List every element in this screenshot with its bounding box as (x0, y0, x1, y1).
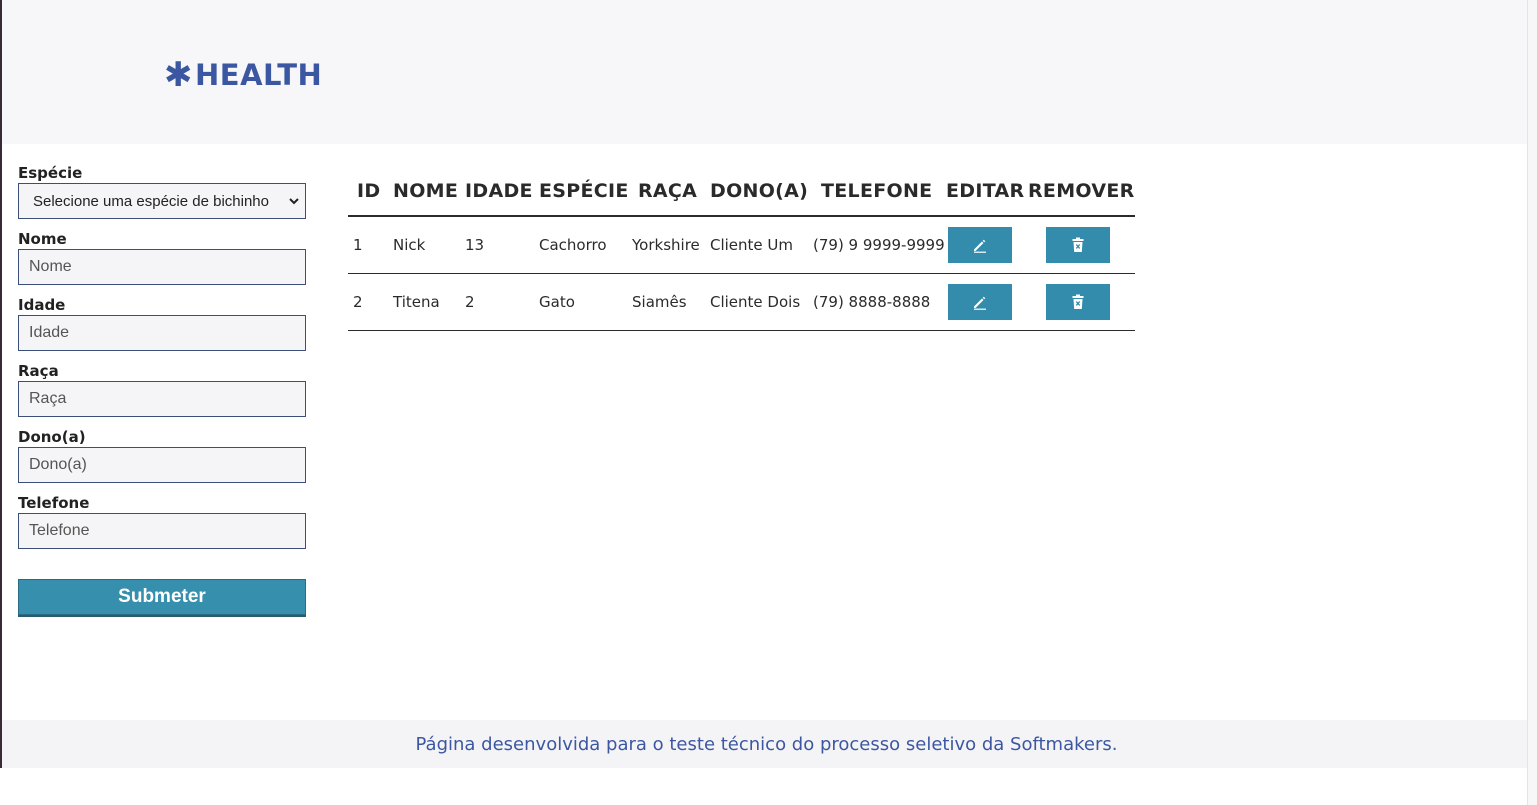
telefone-placeholder: Telefone (29, 522, 90, 539)
dono-input[interactable]: Dono(a) (18, 447, 306, 483)
header-remover: REMOVER (1028, 166, 1135, 217)
dono-label: Dono(a) (18, 428, 86, 446)
especie-label: Espécie (18, 164, 83, 182)
cell-telefone: (79) 8888-8888 (813, 273, 946, 331)
table-row: 1 Nick 13 Cachorro Yorkshire Cliente Um … (348, 216, 1135, 274)
header-raca: RAÇA (632, 166, 710, 217)
idade-placeholder: Idade (29, 324, 70, 341)
pencil-icon (974, 296, 986, 310)
header-especie: ESPÉCIE (539, 166, 632, 217)
table-row: 2 Titena 2 Gato Siamês Cliente Dois (79)… (348, 273, 1135, 331)
cell-id: 1 (348, 216, 393, 274)
cell-telefone: (79) 9 9999-9999 (813, 216, 946, 274)
pencil-icon (974, 239, 986, 253)
cell-especie: Gato (539, 273, 632, 331)
submit-button[interactable]: Submeter (18, 579, 306, 615)
cell-id: 2 (348, 273, 393, 331)
especie-select[interactable]: Selecione uma espécie de bichinho (18, 183, 306, 219)
logo-text: HEALTH (195, 58, 323, 92)
page-header: ✱ HEALTH (2, 0, 1527, 144)
cell-raca: Yorkshire (632, 216, 710, 274)
raca-label: Raça (18, 362, 59, 380)
header-editar: EDITAR (946, 166, 1028, 217)
especie-selected-value: Selecione uma espécie de bichinho (33, 192, 269, 210)
cell-raca: Siamês (632, 273, 710, 331)
cell-idade: 2 (465, 273, 539, 331)
idade-label: Idade (18, 296, 66, 314)
asterisk-icon: ✱ (164, 55, 193, 95)
window-right-border (1527, 0, 1537, 805)
edit-button[interactable] (948, 226, 1012, 263)
cell-nome: Titena (393, 273, 465, 331)
cell-dono: Cliente Dois (710, 273, 813, 331)
idade-input[interactable]: Idade (18, 315, 306, 351)
cell-dono: Cliente Um (710, 216, 813, 274)
telefone-input[interactable]: Telefone (18, 513, 306, 549)
dono-placeholder: Dono(a) (29, 456, 87, 473)
edit-button[interactable] (948, 283, 1012, 320)
nome-placeholder: Nome (29, 258, 72, 275)
chevron-down-icon (289, 194, 299, 208)
telefone-label: Telefone (18, 494, 90, 512)
header-id: ID (348, 166, 393, 217)
nome-label: Nome (18, 230, 67, 248)
raca-placeholder: Raça (29, 390, 67, 407)
remove-button[interactable] (1046, 283, 1110, 320)
pets-table: ID NOME IDADE ESPÉCIE RAÇA DONO(A) TELEF… (348, 166, 1135, 331)
trash-icon (1072, 237, 1084, 252)
table-header-row: ID NOME IDADE ESPÉCIE RAÇA DONO(A) TELEF… (348, 166, 1135, 217)
footer-text: Página desenvolvida para o teste técnico… (415, 733, 1118, 755)
nome-input[interactable]: Nome (18, 249, 306, 285)
remove-button[interactable] (1046, 226, 1110, 263)
cell-especie: Cachorro (539, 216, 632, 274)
logo[interactable]: ✱ HEALTH (164, 58, 322, 92)
raca-input[interactable]: Raça (18, 381, 306, 417)
cell-nome: Nick (393, 216, 465, 274)
pet-form: Espécie Selecione uma espécie de bichinh… (18, 164, 306, 615)
header-telefone: TELEFONE (813, 166, 946, 217)
header-dono: DONO(A) (710, 166, 813, 217)
cell-idade: 13 (465, 216, 539, 274)
header-idade: IDADE (465, 166, 539, 217)
page-footer: Página desenvolvida para o teste técnico… (2, 720, 1527, 768)
header-nome: NOME (393, 166, 465, 217)
trash-icon (1072, 294, 1084, 309)
